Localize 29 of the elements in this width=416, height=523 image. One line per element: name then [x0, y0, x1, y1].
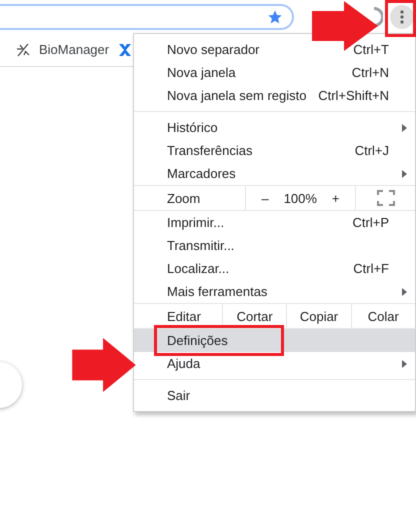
- menu-item[interactable]: Mais ferramentas: [134, 280, 415, 303]
- zoom-level: 100%: [284, 190, 317, 206]
- zoom-out-button[interactable]: –: [257, 190, 273, 206]
- menu-item[interactable]: Novo separador Ctrl+T: [134, 38, 415, 61]
- menu-item[interactable]: Nova janela Ctrl+N: [134, 61, 415, 84]
- menu-item[interactable]: Sair: [134, 384, 415, 407]
- edit-button[interactable]: Cortar: [223, 304, 288, 328]
- bookmark[interactable]: BioManager: [15, 42, 110, 58]
- menu-item[interactable]: Transferências Ctrl+J: [134, 139, 415, 162]
- favicon-icon: [15, 42, 31, 58]
- menu-item[interactable]: Imprimir... Ctrl+P: [134, 211, 415, 234]
- bookmark-icon[interactable]: [117, 42, 134, 58]
- fullscreen-icon[interactable]: [376, 190, 394, 206]
- edit-button[interactable]: Copiar: [287, 304, 352, 328]
- menu-item[interactable]: Transmitir...: [134, 234, 415, 257]
- menu-button[interactable]: [390, 5, 414, 29]
- profile-icon[interactable]: [374, 7, 383, 27]
- menu-item[interactable]: Ajuda: [134, 352, 415, 375]
- menu-item[interactable]: Localizar... Ctrl+F: [134, 257, 415, 280]
- menu-item[interactable]: Histórico: [134, 116, 415, 139]
- menu-item[interactable]: Marcadores: [134, 162, 415, 185]
- edit-label: Editar: [134, 304, 223, 328]
- menu-item[interactable]: Nova janela sem registo Ctrl+Shift+N: [134, 84, 415, 107]
- zoom-label: Zoom: [134, 186, 246, 210]
- edit-button[interactable]: Colar: [352, 304, 415, 328]
- arrow: [72, 338, 136, 392]
- zoom-in-button[interactable]: +: [328, 190, 344, 206]
- menu-icon: [400, 10, 404, 24]
- star-icon[interactable]: [267, 8, 283, 24]
